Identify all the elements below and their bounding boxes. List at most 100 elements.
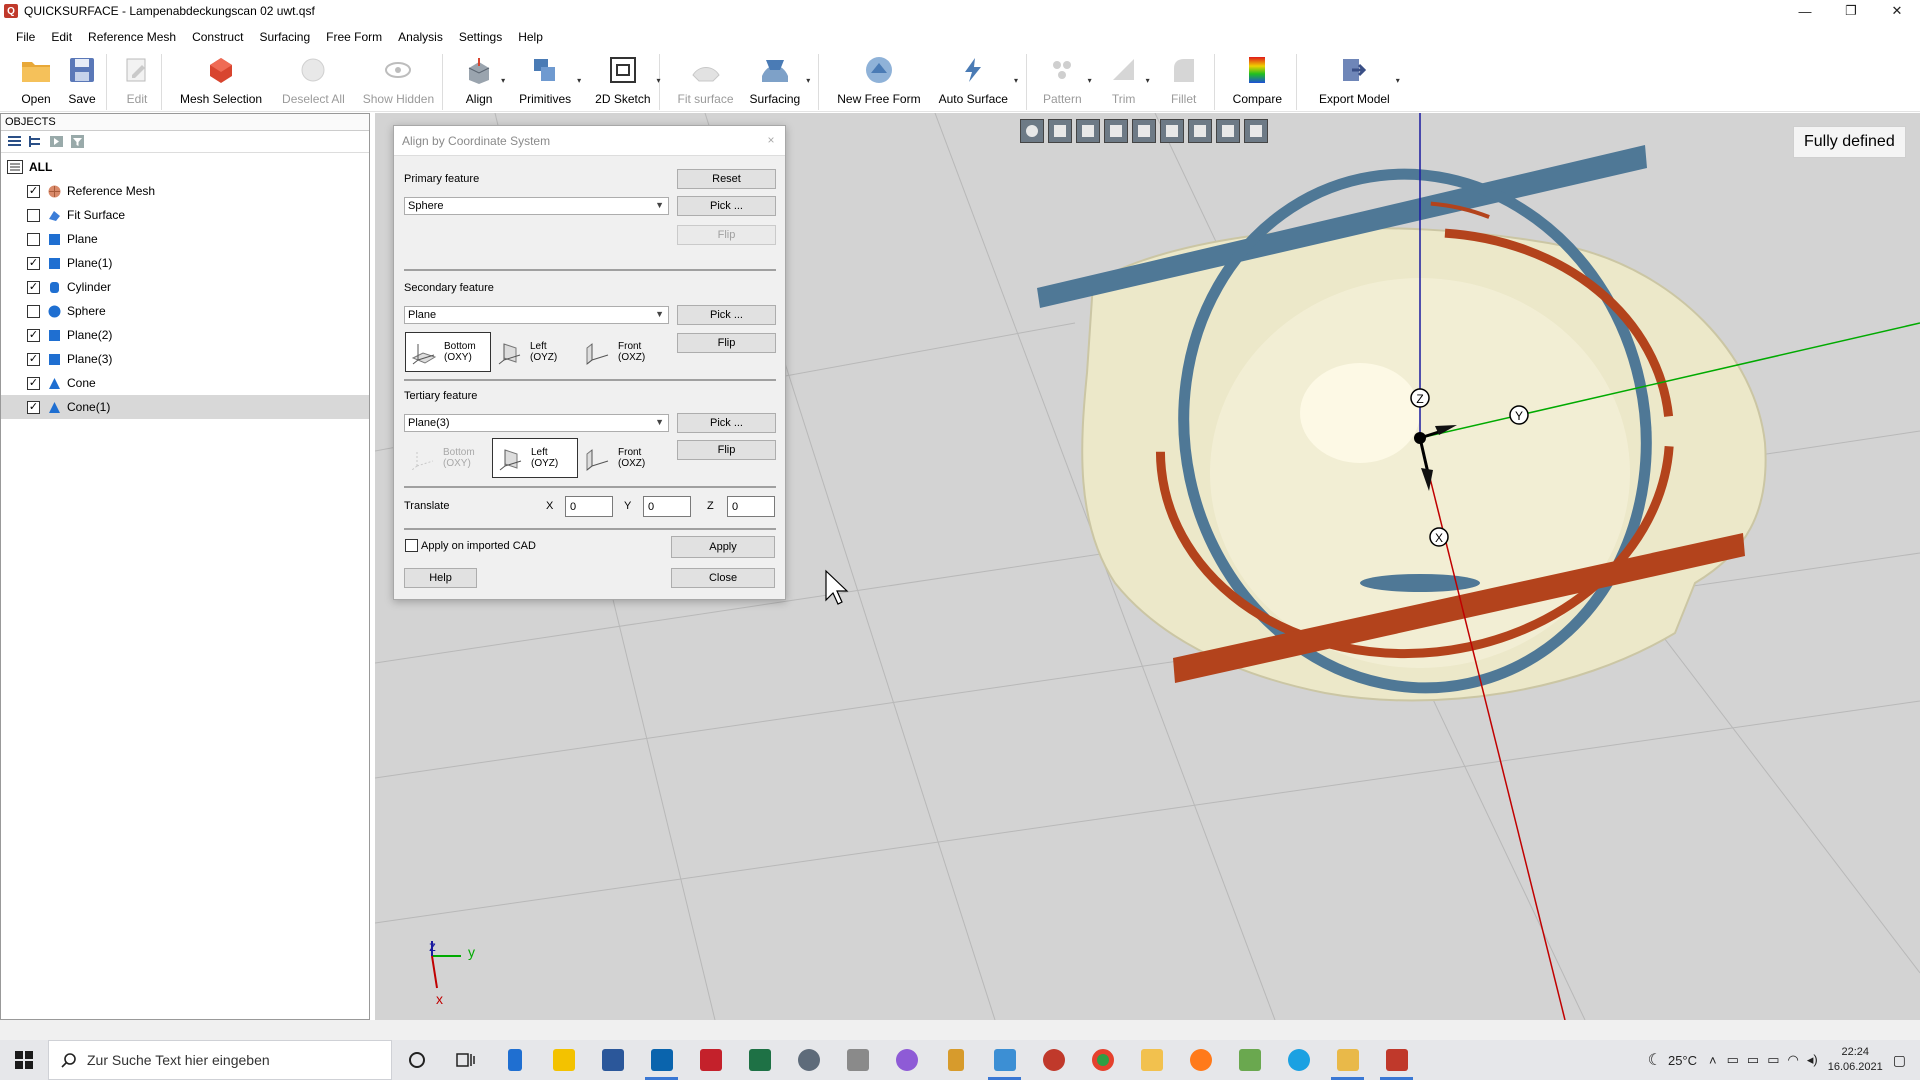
outlook-app-icon[interactable]: [637, 1040, 686, 1080]
visibility-checkbox[interactable]: [27, 304, 40, 318]
menu-file[interactable]: File: [8, 26, 43, 48]
menu-edit[interactable]: Edit: [43, 26, 80, 48]
cortana-icon[interactable]: [392, 1040, 441, 1080]
secondary-bottom-option[interactable]: Bottom (OXY): [405, 332, 491, 372]
primary-pick-button[interactable]: Pick ...: [677, 196, 776, 216]
view-front-icon[interactable]: [1048, 119, 1072, 143]
list-view-icon[interactable]: [7, 134, 22, 149]
dialog-close-icon[interactable]: ×: [763, 133, 779, 149]
zoom-icon[interactable]: [1020, 119, 1044, 143]
tertiary-feature-select[interactable]: Plane(3) ▼: [404, 414, 669, 432]
dropdown-arrow-icon[interactable]: ▾: [1146, 76, 1150, 85]
dropdown-arrow-icon[interactable]: ▾: [806, 76, 810, 85]
filter-icon[interactable]: [70, 134, 85, 149]
align-button[interactable]: Align ▾: [459, 52, 505, 112]
taskbar-search-input[interactable]: Zur Suche Text hier eingeben: [48, 1040, 392, 1080]
menu-surfacing[interactable]: Surfacing: [251, 26, 318, 48]
wifi-icon[interactable]: ◠: [1788, 1052, 1799, 1068]
surfacing-button[interactable]: Surfacing ▾: [746, 52, 810, 112]
save-button[interactable]: Save: [62, 52, 102, 112]
menu-analysis[interactable]: Analysis: [390, 26, 451, 48]
tree-item[interactable]: ✓ Plane(2): [1, 323, 369, 347]
tree-item[interactable]: ✓ Plane(1): [1, 251, 369, 275]
view-top-icon[interactable]: [1160, 119, 1184, 143]
fit-surface-button[interactable]: Fit surface: [674, 52, 738, 112]
fit-view-icon[interactable]: [1244, 119, 1268, 143]
view-bottom-icon[interactable]: [1188, 119, 1212, 143]
dialog-close-button[interactable]: Close: [671, 568, 775, 588]
secondary-front-option[interactable]: Front (OXZ): [580, 332, 666, 372]
explorer-app-icon[interactable]: [1127, 1040, 1176, 1080]
compare-button[interactable]: Compare: [1229, 52, 1286, 112]
c-app-icon[interactable]: [1274, 1040, 1323, 1080]
dropdown-arrow-icon[interactable]: ▾: [501, 76, 505, 85]
reset-button[interactable]: Reset: [677, 169, 776, 189]
mesh-app-icon[interactable]: [1029, 1040, 1078, 1080]
tree-item[interactable]: ✓ Reference Mesh: [1, 179, 369, 203]
secondary-feature-select[interactable]: Plane ▼: [404, 306, 669, 324]
quicksurface-app-icon[interactable]: [1372, 1040, 1421, 1080]
monitor-icon[interactable]: ▭: [1747, 1052, 1759, 1068]
tertiary-front-option[interactable]: Front (OXZ): [580, 438, 666, 478]
secondary-flip-button[interactable]: Flip: [677, 333, 776, 353]
close-button[interactable]: ✕: [1874, 0, 1920, 22]
todo-app-icon[interactable]: [539, 1040, 588, 1080]
translate-z-input[interactable]: 0: [727, 496, 775, 517]
tree-root-all[interactable]: ALL: [1, 155, 369, 179]
visibility-checkbox[interactable]: ✓: [27, 376, 40, 390]
android-app-icon[interactable]: [1225, 1040, 1274, 1080]
notification-icon[interactable]: ▢: [1893, 1052, 1906, 1069]
tree-view-icon[interactable]: [28, 134, 43, 149]
archive-app-icon[interactable]: [931, 1040, 980, 1080]
firefox-app-icon[interactable]: [1176, 1040, 1225, 1080]
dropdown-arrow-icon[interactable]: ▾: [1396, 76, 1400, 85]
tree-item[interactable]: ✓ Cone(1): [1, 395, 369, 419]
dropdown-arrow-icon[interactable]: ▾: [1088, 76, 1092, 85]
tree-item[interactable]: Plane: [1, 227, 369, 251]
new-free-form-button[interactable]: New Free Form: [833, 52, 924, 112]
fusion-app-icon[interactable]: [980, 1040, 1029, 1080]
show-hidden-button[interactable]: Show Hidden: [359, 52, 438, 112]
maximize-button[interactable]: ❐: [1828, 0, 1874, 22]
apply-button[interactable]: Apply: [671, 536, 775, 558]
all-objects-icon[interactable]: [7, 160, 23, 174]
chevron-up-icon[interactable]: ˄: [1709, 1053, 1717, 1068]
tool-app-icon[interactable]: [833, 1040, 882, 1080]
auto-surface-button[interactable]: Auto Surface ▾: [935, 52, 1018, 112]
tree-item[interactable]: ✓ Plane(3): [1, 347, 369, 371]
translate-x-input[interactable]: 0: [565, 496, 613, 517]
mesh-selection-button[interactable]: Mesh Selection: [176, 52, 266, 112]
secondary-pick-button[interactable]: Pick ...: [677, 305, 776, 325]
trim-button[interactable]: Trim ▾: [1104, 52, 1150, 112]
visibility-checkbox[interactable]: ✓: [27, 352, 40, 366]
tertiary-bottom-option[interactable]: Bottom (OXY): [405, 438, 491, 478]
visibility-checkbox[interactable]: ✓: [27, 400, 40, 414]
minimize-button[interactable]: —: [1782, 0, 1828, 22]
visibility-checkbox[interactable]: ✓: [27, 280, 40, 294]
help-button[interactable]: Help: [404, 568, 477, 588]
sketch-2d-button[interactable]: 2D Sketch ▾: [591, 52, 661, 112]
visibility-checkbox[interactable]: [27, 208, 40, 222]
tree-item[interactable]: ✓ Cone: [1, 371, 369, 395]
menu-settings[interactable]: Settings: [451, 26, 510, 48]
menu-help[interactable]: Help: [510, 26, 551, 48]
menu-construct[interactable]: Construct: [184, 26, 251, 48]
dropdown-arrow-icon[interactable]: ▾: [577, 76, 581, 85]
menu-reference-mesh[interactable]: Reference Mesh: [80, 26, 184, 48]
menu-free-form[interactable]: Free Form: [318, 26, 390, 48]
windows-start-icon[interactable]: [0, 1040, 48, 1080]
visibility-checkbox[interactable]: ✓: [27, 256, 40, 270]
dropdown-arrow-icon[interactable]: ▾: [1014, 76, 1018, 85]
task-view-icon[interactable]: [441, 1040, 490, 1080]
deselect-all-button[interactable]: Deselect All: [278, 52, 349, 112]
view-back-icon[interactable]: [1076, 119, 1100, 143]
colorful-app-icon[interactable]: [882, 1040, 931, 1080]
apply-on-cad-checkbox[interactable]: [405, 539, 418, 552]
export-model-button[interactable]: Export Model ▾: [1315, 52, 1400, 112]
primitives-button[interactable]: Primitives ▾: [515, 52, 581, 112]
open-button[interactable]: Open: [16, 52, 56, 112]
visibility-checkbox[interactable]: ✓: [27, 184, 40, 198]
notepad-app-icon[interactable]: [490, 1040, 539, 1080]
fillet-button[interactable]: Fillet: [1164, 52, 1204, 112]
tertiary-pick-button[interactable]: Pick ...: [677, 413, 776, 433]
